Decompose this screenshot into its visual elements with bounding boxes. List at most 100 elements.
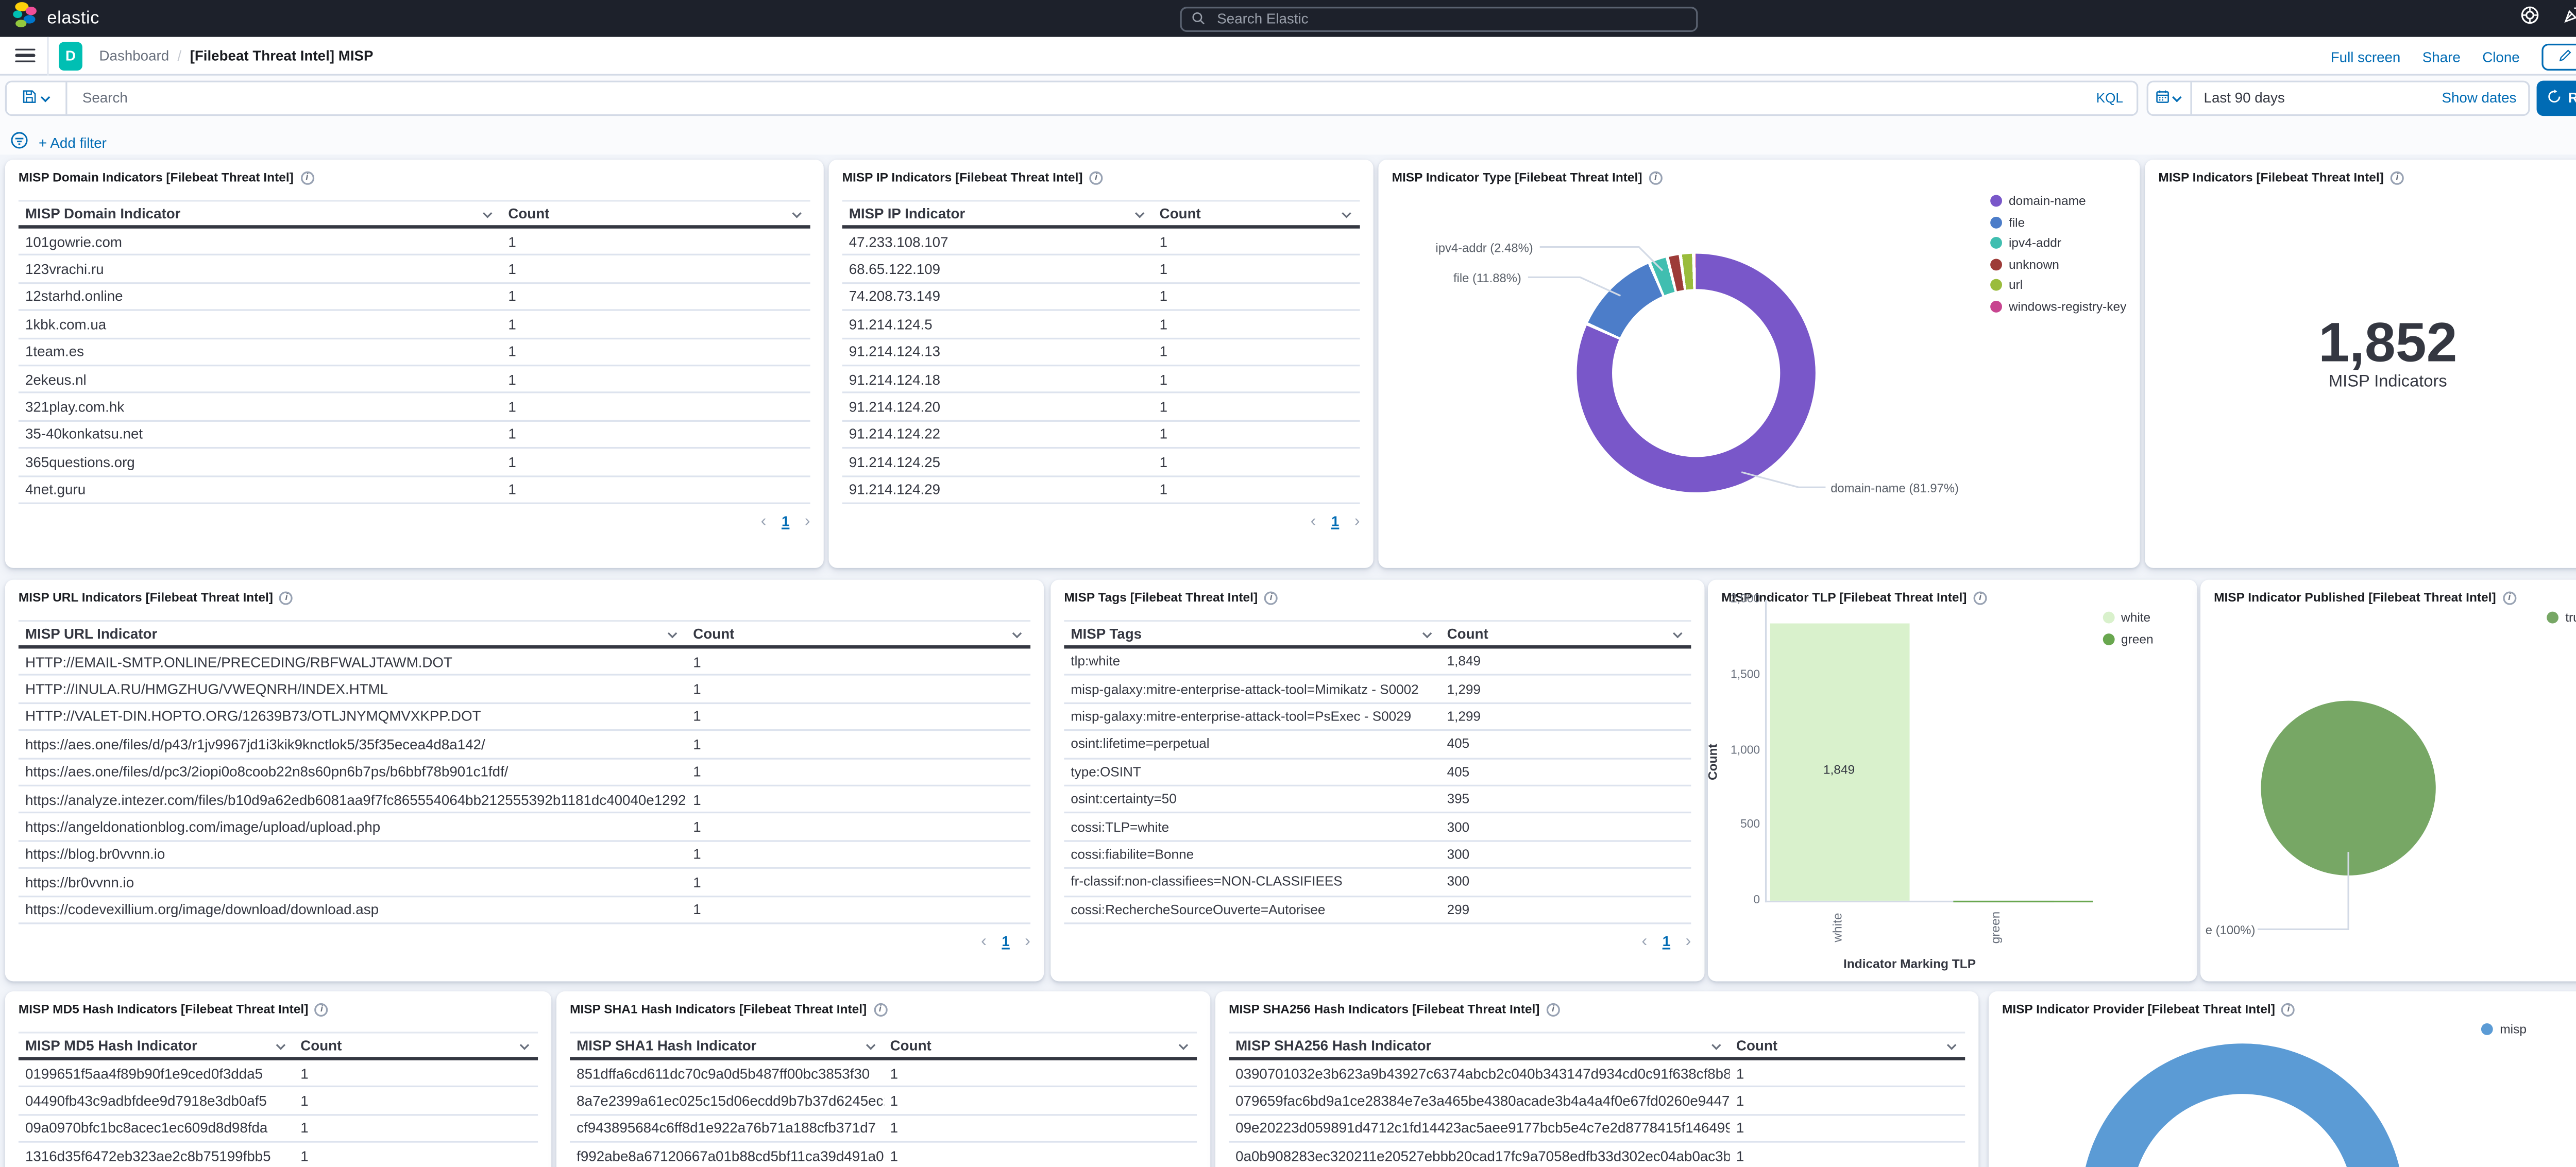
pagination-prev[interactable]: ‹	[1311, 512, 1316, 531]
table-row[interactable]: 365questions.org1	[19, 449, 810, 476]
table-cell[interactable]: 101gowrie.com	[19, 229, 501, 254]
elastic-brand[interactable]: elastic	[0, 1, 99, 37]
query-input[interactable]	[67, 89, 2096, 106]
table-row[interactable]: 91.214.124.221	[842, 421, 1360, 449]
table-cell[interactable]: type:OSINT	[1064, 759, 1440, 784]
table-cell[interactable]: 1	[884, 1088, 1197, 1113]
table-cell[interactable]: https://codevexillium.org/image/download…	[19, 897, 686, 922]
table-cell[interactable]: 0390701032e3b623a9b43927c6374abcb2c040b3…	[1229, 1060, 1730, 1086]
table-row[interactable]: cf943895684c6ff8d1e922a76b71a188cfb371d7…	[570, 1115, 1197, 1143]
table-cell[interactable]: 1	[1153, 476, 1360, 502]
table-cell[interactable]: 1	[686, 869, 1030, 895]
table-row[interactable]: 68.65.122.1091	[842, 256, 1360, 283]
time-range-value[interactable]: Last 90 days	[2192, 89, 2442, 106]
table-cell[interactable]: 1	[884, 1115, 1197, 1141]
info-icon[interactable]: i	[300, 170, 314, 184]
table-cell[interactable]: 1	[501, 311, 810, 337]
table-cell[interactable]: 1	[1153, 339, 1360, 365]
menu-icon[interactable]	[15, 48, 35, 63]
table-row[interactable]: 91.214.124.201	[842, 394, 1360, 421]
table-cell[interactable]: https://angeldonationblog.com/image/uplo…	[19, 814, 686, 839]
table-cell[interactable]: 1	[1153, 394, 1360, 420]
info-icon[interactable]: i	[2282, 1002, 2295, 1016]
legend-item[interactable]: true	[2547, 610, 2576, 625]
column-header-domain[interactable]: MISP Domain Indicator	[19, 202, 501, 226]
table-row[interactable]: 4net.guru1	[19, 476, 810, 504]
show-dates-button[interactable]: Show dates	[2442, 89, 2528, 106]
table-row[interactable]: misp-galaxy:mitre-enterprise-attack-tool…	[1064, 676, 1691, 703]
table-row[interactable]: 123vrachi.ru1	[19, 256, 810, 283]
table-cell[interactable]: 91.214.124.5	[842, 311, 1153, 337]
table-row[interactable]: 2ekeus.nl1	[19, 366, 810, 393]
table-row[interactable]: cossi:fiabilite=Bonne300	[1064, 842, 1691, 869]
table-cell[interactable]: 1	[501, 476, 810, 502]
table-row[interactable]: 09e20223d059891d4712c1fd14423ac5aee9177b…	[1229, 1115, 1965, 1143]
column-header-ip[interactable]: MISP IP Indicator	[842, 202, 1153, 226]
table-cell[interactable]: 0199651f5aa4f89b90f1e9ced0f3dda5	[19, 1060, 294, 1086]
column-header-sha1[interactable]: MISP SHA1 Hash Indicator	[570, 1034, 884, 1057]
legend-item[interactable]: url	[1990, 277, 2126, 292]
table-cell[interactable]: https://aes.one/files/d/pc3/2iopi0o8coob…	[19, 759, 686, 784]
table-row[interactable]: 079659fac6bd9a1ce28384e7e3a465be4380acad…	[1229, 1088, 1965, 1115]
table-row[interactable]: 12starhd.online1	[19, 284, 810, 311]
table-row[interactable]: cossi:TLP=white300	[1064, 814, 1691, 841]
table-cell[interactable]: 123vrachi.ru	[19, 256, 501, 282]
column-header-count[interactable]: Count	[294, 1034, 538, 1057]
dashboard-badge[interactable]: D	[59, 41, 82, 70]
pagination-prev[interactable]: ‹	[981, 933, 987, 951]
filter-icon[interactable]	[10, 128, 29, 158]
table-cell[interactable]: 1	[501, 284, 810, 310]
table-cell[interactable]: 91.214.124.20	[842, 394, 1153, 420]
table-cell[interactable]: misp-galaxy:mitre-enterprise-attack-tool…	[1064, 676, 1440, 702]
table-cell[interactable]: 1	[1153, 256, 1360, 282]
table-row[interactable]: HTTP://INULA.RU/HMGZHUG/VWEQNRH/INDEX.HT…	[19, 676, 1030, 703]
column-header-count[interactable]: Count	[1153, 202, 1360, 226]
legend-item[interactable]: domain-name	[1990, 193, 2126, 208]
table-cell[interactable]: 1	[294, 1088, 538, 1113]
pagination-next[interactable]: ›	[1354, 512, 1360, 531]
pagination-page-1[interactable]: 1	[782, 513, 789, 530]
table-cell[interactable]: 299	[1440, 897, 1691, 922]
column-header-tags[interactable]: MISP Tags	[1064, 622, 1440, 645]
table-row[interactable]: f992abe8a67120667a01b88cd5bf11ca39d491a0…	[570, 1143, 1197, 1167]
table-row[interactable]: misp-galaxy:mitre-enterprise-attack-tool…	[1064, 703, 1691, 731]
table-cell[interactable]: 91.214.124.13	[842, 339, 1153, 365]
table-cell[interactable]: 09e20223d059891d4712c1fd14423ac5aee9177b…	[1229, 1115, 1730, 1141]
table-cell[interactable]: osint:certainty=50	[1064, 786, 1440, 812]
table-row[interactable]: https://codevexillium.org/image/download…	[19, 897, 1030, 924]
table-cell[interactable]: 1	[884, 1143, 1197, 1167]
table-cell[interactable]: 1	[686, 703, 1030, 729]
table-cell[interactable]: 1	[1153, 366, 1360, 392]
table-cell[interactable]: cossi:RechercheSourceOuverte=Autorisee	[1064, 897, 1440, 922]
table-cell[interactable]: 1316d35f6472eb323ae2c8b75199fbb5	[19, 1143, 294, 1167]
full-screen-button[interactable]: Full screen	[2331, 48, 2401, 65]
table-cell[interactable]: HTTP://VALET-DIN.HOPTO.ORG/12639B73/OTLJ…	[19, 703, 686, 729]
table-cell[interactable]: HTTP://INULA.RU/HMGZHUG/VWEQNRH/INDEX.HT…	[19, 676, 686, 702]
table-cell[interactable]: 1	[294, 1143, 538, 1167]
calendar-button[interactable]	[2148, 81, 2192, 113]
table-cell[interactable]: 1	[1153, 229, 1360, 254]
table-cell[interactable]: 405	[1440, 759, 1691, 784]
table-cell[interactable]: 1	[1730, 1088, 1965, 1113]
table-cell[interactable]: 1	[294, 1115, 538, 1141]
legend-item[interactable]: misp	[2481, 1022, 2527, 1037]
saved-query-button[interactable]	[7, 81, 67, 113]
table-cell[interactable]: 1	[501, 229, 810, 254]
breadcrumb-dashboard[interactable]: Dashboard	[99, 47, 170, 64]
table-cell[interactable]: 300	[1440, 814, 1691, 839]
table-row[interactable]: https://analyze.intezer.com/files/b10d9a…	[19, 786, 1030, 814]
info-icon[interactable]: i	[1264, 591, 1278, 604]
table-cell[interactable]: 1	[686, 759, 1030, 784]
kql-switch[interactable]: KQL	[2096, 90, 2137, 105]
table-cell[interactable]: 1	[501, 394, 810, 420]
bar-green[interactable]	[1953, 900, 2093, 901]
table-cell[interactable]: 1	[1153, 449, 1360, 475]
table-cell[interactable]: 1kbk.com.ua	[19, 311, 501, 337]
table-row[interactable]: 91.214.124.131	[842, 339, 1360, 366]
table-cell[interactable]: misp-galaxy:mitre-enterprise-attack-tool…	[1064, 703, 1440, 729]
edit-button[interactable]: Edit	[2541, 43, 2576, 70]
table-row[interactable]: https://aes.one/files/d/p43/r1jv9967jd1i…	[19, 731, 1030, 759]
legend-item[interactable]: white	[2103, 610, 2153, 625]
table-cell[interactable]: 2ekeus.nl	[19, 366, 501, 392]
table-row[interactable]: 8a7e2399a61ec025c15d06ecdd9b7b37d6245ec2…	[570, 1088, 1197, 1115]
